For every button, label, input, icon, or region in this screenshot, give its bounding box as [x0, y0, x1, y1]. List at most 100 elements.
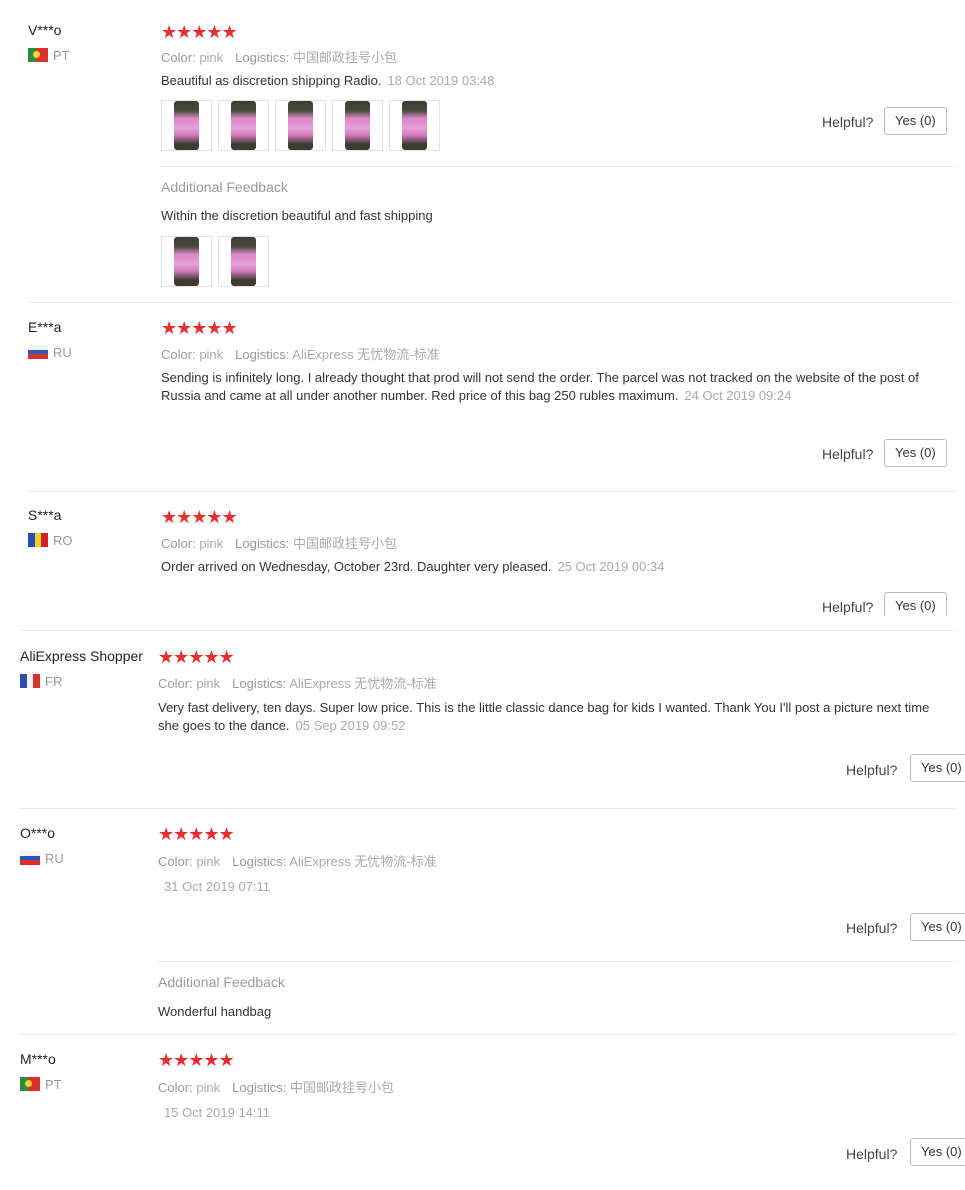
- review-date: 25 Oct 2019 00:34: [557, 559, 665, 574]
- star-rating: ★★★★★: [161, 22, 238, 42]
- additional-feedback-text: Wonderful handbag: [158, 1003, 271, 1021]
- divider: [20, 808, 955, 809]
- review-item: S***a RO ★★★★★ Color: pink Logistics: 中国邮…: [0, 492, 965, 632]
- reviewer-country: RU: [20, 851, 64, 866]
- review-item: E***a RU ★★★★★ Color: pink Logistics: Ali…: [0, 304, 965, 494]
- review-item: V***o PT ★★★★★ Color: pink Logistics: 中国邮…: [0, 0, 965, 304]
- color-label: Color:: [158, 1080, 193, 1095]
- review-photo-thumb[interactable]: [161, 236, 212, 287]
- logistics-value: AliExpress 无忧物流-标准: [289, 676, 437, 691]
- additional-feedback-label: Additional Feedback: [161, 179, 288, 195]
- review-content: Very fast delivery, ten days. Super low …: [158, 700, 930, 733]
- reviewer-name: E***a: [28, 319, 62, 335]
- helpful-yes-button[interactable]: Yes (0): [910, 1138, 965, 1166]
- star-rating: ★★★★★: [158, 1050, 235, 1070]
- color-label: Color:: [161, 536, 196, 551]
- helpful-yes-button[interactable]: Yes (0): [884, 107, 947, 135]
- helpful-label: Helpful?: [846, 762, 898, 778]
- logistics-label: Logistics:: [232, 1080, 287, 1095]
- country-code: PT: [45, 1077, 62, 1092]
- color-value: pink: [199, 50, 224, 65]
- country-code: PT: [53, 48, 70, 63]
- review-photo-thumb[interactable]: [161, 100, 212, 151]
- color-label: Color:: [158, 854, 193, 869]
- review-content: Order arrived on Wednesday, October 23rd…: [161, 559, 552, 574]
- flag-romania-icon: [28, 533, 48, 547]
- logistics-value: AliExpress 无忧物流-标准: [289, 854, 437, 869]
- reviewer-name: AliExpress Shopper: [20, 648, 143, 664]
- star-rating: ★★★★★: [158, 824, 235, 844]
- helpful-yes-button[interactable]: Yes (0): [910, 913, 965, 941]
- reviewer-country: RO: [28, 533, 73, 548]
- color-label: Color:: [161, 50, 196, 65]
- review-date: 18 Oct 2019 03:48: [387, 73, 495, 88]
- star-rating: ★★★★★: [161, 318, 238, 338]
- helpful-yes-button[interactable]: Yes (0): [910, 754, 965, 782]
- review-text: Sending is infinitely long. I already th…: [161, 369, 926, 405]
- divider: [20, 1034, 955, 1035]
- helpful-yes-button[interactable]: Yes (0): [884, 592, 947, 616]
- reviewer-name: V***o: [28, 22, 62, 38]
- helpful-label: Helpful?: [822, 446, 874, 462]
- additional-photos: [161, 236, 269, 287]
- review-date: 31 Oct 2019 07:11: [164, 879, 271, 894]
- review-photo-thumb[interactable]: [332, 100, 383, 151]
- additional-feedback-text: Within the discretion beautiful and fast…: [161, 207, 433, 225]
- flag-portugal-icon: [28, 48, 48, 62]
- helpful-label: Helpful?: [822, 114, 874, 130]
- review-date: 15 Oct 2019 14:11: [164, 1105, 271, 1120]
- review-item: M***o PT ★★★★★ Color: pink Logistics: 中国邮…: [0, 1036, 965, 1190]
- reviewer-country: PT: [20, 1077, 62, 1092]
- helpful-yes-button[interactable]: Yes (0): [884, 439, 947, 467]
- country-code: RU: [53, 345, 72, 360]
- review-photo-thumb[interactable]: [275, 100, 326, 151]
- review-photo-thumb[interactable]: [218, 236, 269, 287]
- additional-content: Wonderful handbag: [158, 1004, 272, 1019]
- star-rating: ★★★★★: [158, 647, 235, 667]
- logistics-label: Logistics:: [235, 50, 290, 65]
- additional-feedback-label: Additional Feedback: [158, 974, 285, 990]
- reviewer-name: O***o: [20, 825, 56, 841]
- review-text: 15 Oct 2019 14:11: [158, 1104, 270, 1122]
- order-attributes: Color: pink Logistics: 中国邮政挂号小包: [158, 1077, 394, 1096]
- logistics-label: Logistics:: [232, 676, 287, 691]
- review-text: Beautiful as discretion shipping Radio. 1…: [161, 72, 921, 90]
- country-code: FR: [45, 674, 63, 689]
- review-photos: [161, 100, 440, 151]
- divider: [161, 166, 955, 167]
- color-label: Color:: [158, 676, 193, 691]
- review-text: Order arrived on Wednesday, October 23rd…: [161, 558, 921, 576]
- additional-content: Within the discretion beautiful and fast…: [161, 208, 433, 223]
- logistics-label: Logistics:: [232, 854, 287, 869]
- order-attributes: Color: pink Logistics: AliExpress 无忧物流-标准: [161, 344, 440, 363]
- review-date: 05 Sep 2019 09:52: [295, 718, 406, 733]
- review-photo-thumb[interactable]: [218, 100, 269, 151]
- review-item: O***o RU ★★★★★ Color: pink Logistics: Ali…: [0, 810, 965, 1036]
- helpful-label: Helpful?: [822, 599, 874, 615]
- logistics-label: Logistics:: [235, 536, 290, 551]
- divider: [158, 961, 955, 962]
- reviewer-name: S***a: [28, 507, 62, 523]
- color-value: pink: [199, 536, 224, 551]
- helpful-label: Helpful?: [846, 920, 898, 936]
- logistics-value: 中国邮政挂号小包: [293, 536, 398, 551]
- flag-france-icon: [20, 674, 40, 688]
- helpful-label: Helpful?: [846, 1146, 898, 1162]
- star-rating: ★★★★★: [161, 507, 238, 527]
- color-value: pink: [199, 347, 224, 362]
- color-value: pink: [196, 676, 221, 691]
- reviewer-country: FR: [20, 674, 62, 689]
- review-content: Beautiful as discretion shipping Radio.: [161, 73, 382, 88]
- order-attributes: Color: pink Logistics: 中国邮政挂号小包: [161, 47, 397, 66]
- review-photo-thumb[interactable]: [389, 100, 440, 151]
- flag-russia-icon: [20, 851, 40, 865]
- color-value: pink: [196, 1080, 221, 1095]
- reviewer-country: PT: [28, 48, 70, 63]
- reviewer-name: M***o: [20, 1051, 56, 1067]
- review-content: Sending is infinitely long. I already th…: [161, 370, 919, 403]
- review-item: AliExpress Shopper FR ★★★★★ Color: pink L…: [0, 632, 965, 810]
- order-attributes: Color: pink Logistics: AliExpress 无忧物流-标准: [158, 851, 437, 870]
- review-text: 31 Oct 2019 07:11: [158, 878, 270, 896]
- country-code: RO: [53, 533, 73, 548]
- reviewer-country: RU: [28, 345, 72, 360]
